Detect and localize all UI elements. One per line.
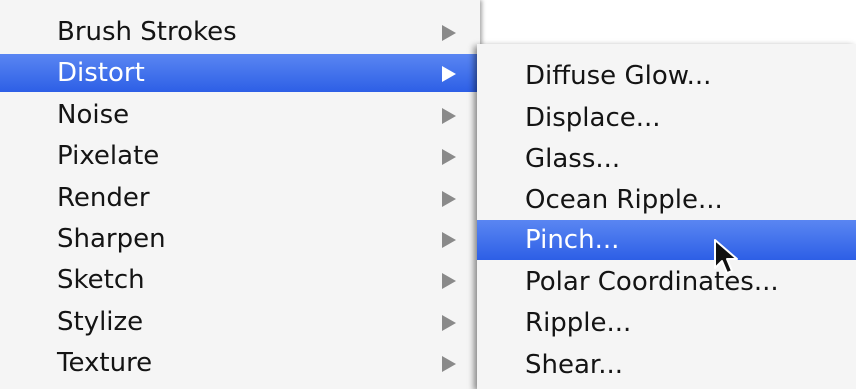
chevron-right-icon — [442, 315, 456, 331]
submenu-item-polar-coordinates[interactable]: Polar Coordinates... — [477, 262, 856, 302]
menu-item-noise[interactable]: Noise — [0, 96, 480, 134]
menu-item-sharpen[interactable]: Sharpen — [0, 220, 480, 258]
menu-item-label: Distort — [57, 58, 145, 88]
submenu-item-diffuse-glow[interactable]: Diffuse Glow... — [477, 56, 856, 96]
submenu-item-label: Displace... — [525, 103, 661, 133]
submenu-item-label: Glass... — [525, 144, 621, 174]
submenu-item-ocean-ripple[interactable]: Ocean Ripple... — [477, 180, 856, 220]
menu-item-sketch[interactable]: Sketch — [0, 261, 480, 299]
chevron-right-icon — [442, 66, 456, 82]
submenu-item-label: Diffuse Glow... — [525, 61, 712, 91]
submenu-item-glass[interactable]: Glass... — [477, 139, 856, 179]
menu-item-label: Noise — [57, 100, 130, 130]
distort-submenu: Diffuse Glow... Displace... Glass... Oce… — [477, 44, 856, 389]
chevron-right-icon — [442, 191, 456, 207]
chevron-right-icon — [442, 273, 456, 289]
submenu-item-label: Ripple... — [525, 308, 632, 338]
screenshot-stage: Brush Strokes Distort Noise Pixelate Ren… — [0, 0, 856, 389]
arrow-cursor-icon — [714, 239, 738, 274]
menu-item-label: Sketch — [57, 265, 145, 295]
submenu-item-label: Ocean Ripple... — [525, 185, 723, 215]
submenu-item-label: Shear... — [525, 350, 624, 380]
menu-item-distort[interactable]: Distort — [0, 54, 480, 92]
menu-item-brush-strokes[interactable]: Brush Strokes — [0, 13, 480, 51]
chevron-right-icon — [442, 232, 456, 248]
submenu-item-shear[interactable]: Shear... — [477, 345, 856, 385]
menu-item-render[interactable]: Render — [0, 179, 480, 217]
menu-item-stylize[interactable]: Stylize — [0, 303, 480, 341]
chevron-right-icon — [442, 356, 456, 372]
submenu-item-ripple[interactable]: Ripple... — [477, 303, 856, 343]
submenu-item-label: Pinch... — [525, 225, 620, 255]
menu-item-label: Render — [57, 183, 150, 213]
submenu-item-pinch[interactable]: Pinch... — [477, 220, 856, 260]
menu-item-label: Texture — [57, 348, 153, 378]
chevron-right-icon — [442, 25, 456, 41]
menu-item-label: Stylize — [57, 307, 144, 337]
menu-item-label: Sharpen — [57, 224, 166, 254]
menu-item-label: Brush Strokes — [57, 17, 237, 47]
menu-item-pixelate[interactable]: Pixelate — [0, 137, 480, 175]
filter-menu: Brush Strokes Distort Noise Pixelate Ren… — [0, 0, 480, 389]
chevron-right-icon — [442, 108, 456, 124]
menu-item-texture[interactable]: Texture — [0, 344, 480, 382]
submenu-item-displace[interactable]: Displace... — [477, 98, 856, 138]
menu-item-label: Pixelate — [57, 141, 160, 171]
chevron-right-icon — [442, 149, 456, 165]
